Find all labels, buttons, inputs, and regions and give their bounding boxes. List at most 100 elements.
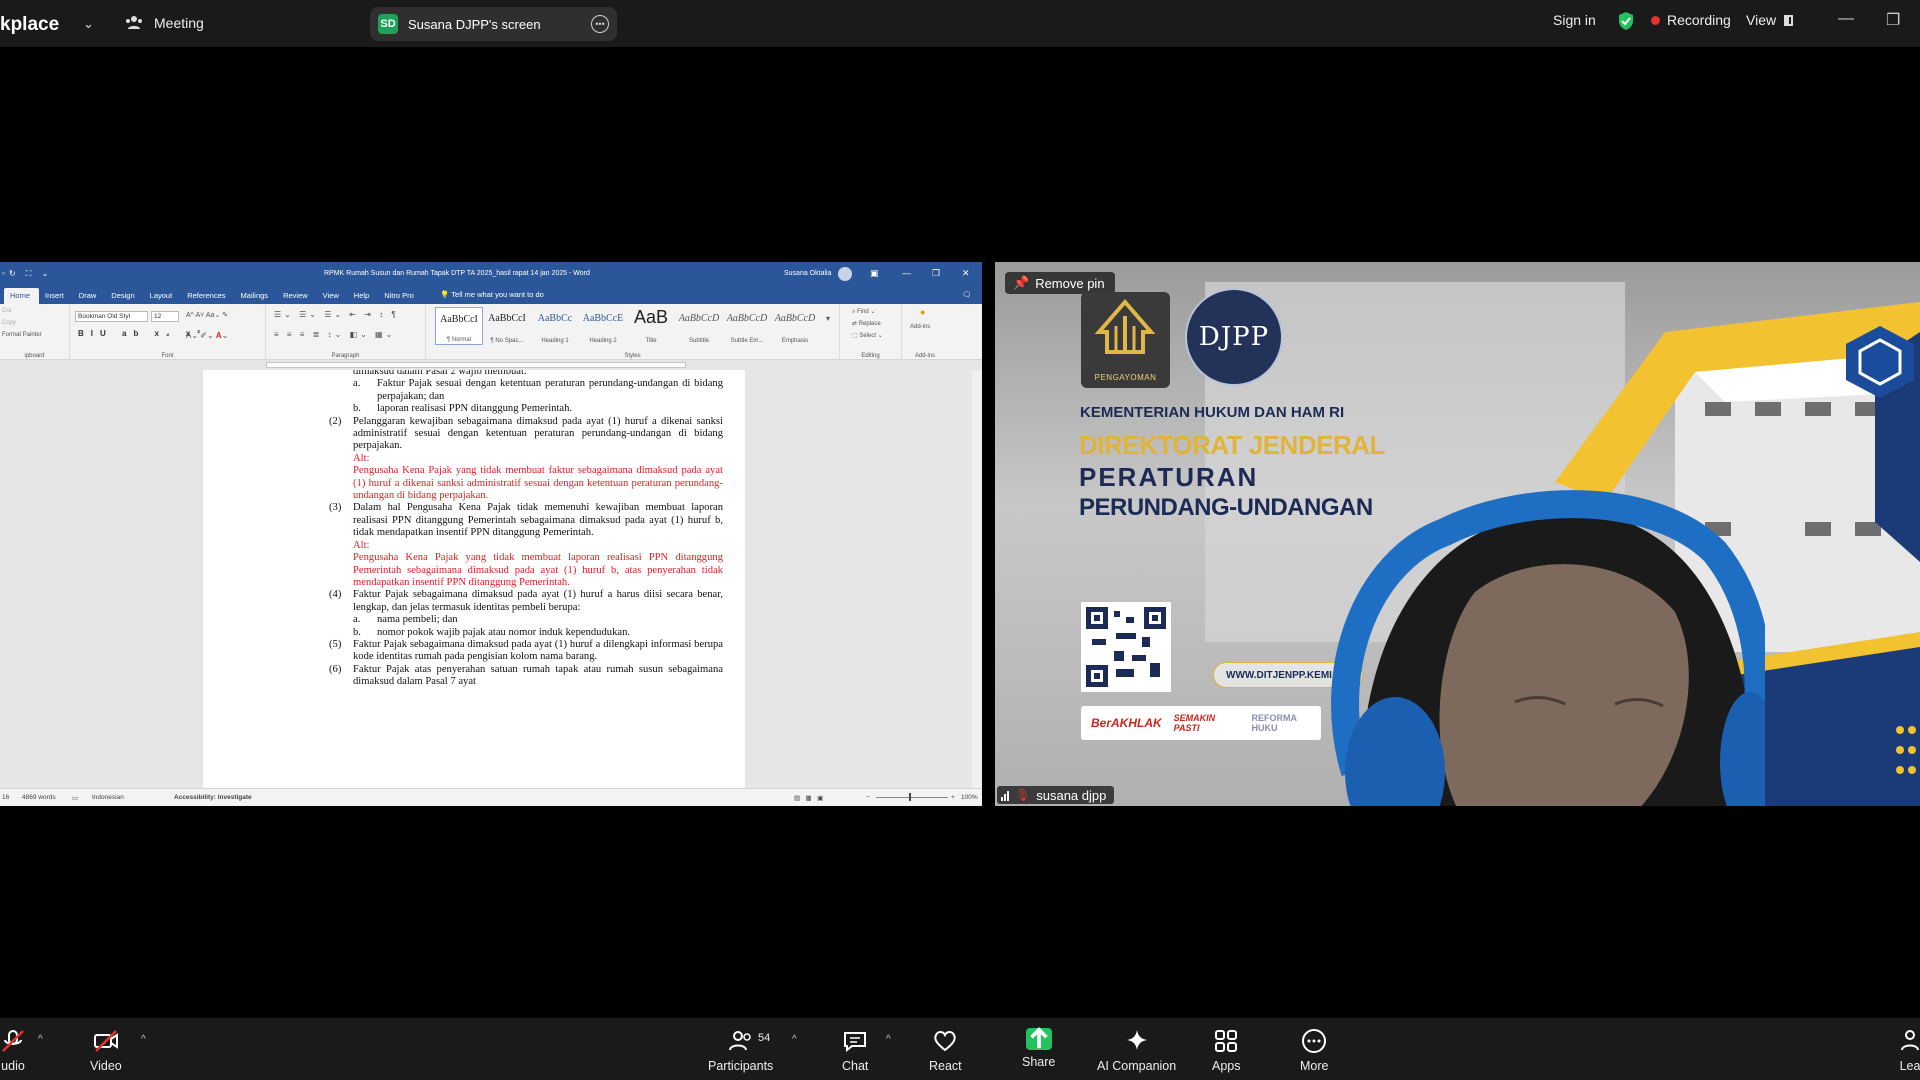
record-dot-icon	[1651, 15, 1660, 25]
tab-layout[interactable]: Layout	[144, 288, 182, 304]
grow-shrink-font-buttons[interactable]: A^ A˅ Aa⌄ ✎	[186, 311, 228, 319]
tab-help[interactable]: Help	[348, 288, 378, 304]
more-options-icon[interactable]: •••	[591, 15, 609, 33]
campaign-badges: BerAKHLAK SEMAKIN PASTI REFORMA HUKU	[1081, 706, 1321, 740]
tab-references[interactable]: References	[181, 288, 234, 304]
more-label: More	[1300, 1059, 1329, 1073]
document-page[interactable]: dimaksud dalam Pasal 2 wajib membuat: a.…	[203, 370, 745, 788]
leave-button[interactable]: Lea	[1897, 1028, 1920, 1073]
addins-button[interactable]: Add-ins	[910, 324, 930, 330]
page-number[interactable]: 16	[2, 794, 9, 801]
avatar[interactable]	[838, 267, 852, 281]
remove-pin-button[interactable]: 📌 Remove pin	[1005, 272, 1115, 294]
word-count[interactable]: 4869 words	[22, 794, 56, 801]
tab-home[interactable]: Home	[4, 288, 40, 304]
audio-options-caret[interactable]: ^	[38, 1034, 43, 1045]
participant-name: susana djpp	[1036, 787, 1107, 803]
copy-button[interactable]: Copy	[2, 320, 16, 326]
tell-me-search[interactable]: 💡 Tell me what you want to do	[440, 290, 544, 299]
tab-design[interactable]: Design	[105, 288, 143, 304]
language-label[interactable]: Indonesian	[92, 794, 124, 801]
tab-draw[interactable]: Draw	[73, 288, 106, 304]
video-button[interactable]: Video	[90, 1028, 122, 1073]
sign-in-button[interactable]: Sign in	[1553, 12, 1596, 28]
share-button[interactable]: Share	[1022, 1027, 1056, 1069]
comments-icon[interactable]: 🗨	[962, 290, 972, 299]
more-button[interactable]: More	[1300, 1028, 1328, 1073]
tab-mailings[interactable]: Mailings	[235, 288, 278, 304]
restore-icon[interactable]: ❐	[932, 268, 940, 279]
zoom-slider[interactable]	[876, 797, 948, 798]
djpp-logo: DJPP	[1185, 288, 1283, 386]
participants-count: 54	[758, 1032, 771, 1044]
style-no-spacing[interactable]: AaBbCcI ¶ No Spac...	[483, 307, 531, 345]
styles-more-icon[interactable]: ▾	[826, 314, 830, 323]
chat-button[interactable]: Chat	[842, 1028, 868, 1073]
restore-icon[interactable]: ❐	[1886, 10, 1900, 30]
minimize-icon[interactable]: —	[902, 268, 911, 278]
style-title[interactable]: AaB Title	[627, 307, 675, 345]
heart-icon	[934, 1031, 957, 1052]
quick-access-toolbar[interactable]: ▫↻ ⛶ ⌄	[2, 269, 52, 279]
recording-indicator[interactable]: Recording	[1651, 12, 1731, 28]
video-options-caret[interactable]: ^	[141, 1034, 146, 1045]
shield-check-icon[interactable]	[1617, 11, 1635, 31]
view-button[interactable]: View	[1746, 12, 1794, 28]
participants-options-caret[interactable]: ^	[792, 1034, 797, 1045]
vertical-scrollbar[interactable]	[972, 370, 982, 788]
format-painter-button[interactable]: Format Painter	[2, 332, 42, 338]
reformasi-hukum-badge: REFORMA HUKU	[1251, 713, 1297, 733]
style-normal[interactable]: AaBbCcI ¶ Normal	[435, 307, 483, 345]
alignment-buttons[interactable]: ≡ ≡ ≡ ≣ ↕⌄ ◧⌄ ▦⌄	[274, 330, 395, 339]
video-off-icon	[93, 1030, 118, 1052]
apps-label: Apps	[1212, 1059, 1241, 1073]
audio-button[interactable]: udio	[0, 1028, 26, 1073]
zoom-slider-thumb[interactable]	[909, 793, 911, 801]
replace-button[interactable]: ⇄ Replace	[852, 320, 881, 327]
tab-nitro-pro[interactable]: Nitro Pro	[378, 288, 423, 304]
view-mode-icons[interactable]: ▤ ▦ ▣	[794, 794, 823, 802]
shared-screen-pill[interactable]: SD Susana DJPP's screen •••	[370, 7, 617, 41]
clipboard-label: ipboard	[24, 353, 45, 359]
document-body[interactable]: dimaksud dalam Pasal 2 wajib membuat: a.…	[329, 370, 723, 689]
zoom-out-icon[interactable]: −	[866, 794, 870, 801]
chat-options-caret[interactable]: ^	[886, 1034, 891, 1045]
share-screen-icon	[1025, 1027, 1052, 1050]
document-canvas[interactable]: dimaksud dalam Pasal 2 wajib membuat: a.…	[0, 370, 982, 788]
addins-label: Add-ins	[914, 353, 936, 359]
style-subtle-emphasis[interactable]: AaBbCcD Subtle Em...	[723, 307, 771, 345]
tab-view[interactable]: View	[317, 288, 348, 304]
style-subtitle[interactable]: AaBbCcD Subtitle	[675, 307, 723, 345]
style-heading-1[interactable]: AaBbCc Heading 1	[531, 307, 579, 345]
horizontal-ruler[interactable]	[0, 360, 982, 370]
text-effects-highlight-color[interactable]: A⌄ ✐⌄ A⌄	[186, 331, 228, 340]
accessibility-status[interactable]: Accessibility: Investigate	[174, 794, 252, 801]
zoom-in-icon[interactable]: +	[951, 794, 955, 801]
chevron-down-icon[interactable]: ⌄	[83, 16, 94, 32]
ribbon-display-icon[interactable]: ▣	[870, 268, 879, 279]
people-icon	[126, 16, 142, 29]
share-label: Share	[1022, 1055, 1056, 1069]
list-indent-buttons[interactable]: ☰⌄ ☰⌄ ☰⌄ ⇤ ⇥ ↕ ¶	[274, 310, 399, 319]
select-button[interactable]: ⬚ Select ⌄	[852, 332, 883, 339]
style-emphasis[interactable]: AaBbCcD Emphasis	[771, 307, 819, 345]
pengayoman-label: PENGAYOMAN	[1094, 373, 1157, 382]
ai-companion-button[interactable]: AI Companion	[1097, 1028, 1176, 1073]
tab-review[interactable]: Review	[277, 288, 317, 304]
zoom-level[interactable]: 100%	[961, 794, 978, 801]
tab-insert[interactable]: Insert	[39, 288, 73, 304]
react-button[interactable]: React	[929, 1028, 962, 1073]
meeting-info-button[interactable]: Meeting	[124, 13, 204, 33]
minimize-icon[interactable]: —	[1838, 10, 1854, 28]
proofing-icon[interactable]: ▭	[72, 794, 78, 802]
apps-button[interactable]: Apps	[1212, 1028, 1241, 1073]
cut-button[interactable]: Cut	[2, 308, 11, 314]
find-button[interactable]: ⌕ Find ⌄	[852, 308, 875, 316]
list-item: a. nama pembeli; dan	[353, 614, 458, 626]
berakhlak-badge: BerAKHLAK	[1091, 716, 1162, 730]
participant-video-tile[interactable]: 📌 Remove pin PENGAYOMAN DJPP KEMENTERIAN…	[995, 262, 1920, 806]
font-size-select[interactable]: 12	[151, 311, 179, 322]
font-name-select[interactable]: Bookman Old Styl	[75, 311, 148, 322]
close-icon[interactable]: ✕	[962, 268, 970, 279]
style-heading-2[interactable]: AaBbCcE Heading 2	[579, 307, 627, 345]
